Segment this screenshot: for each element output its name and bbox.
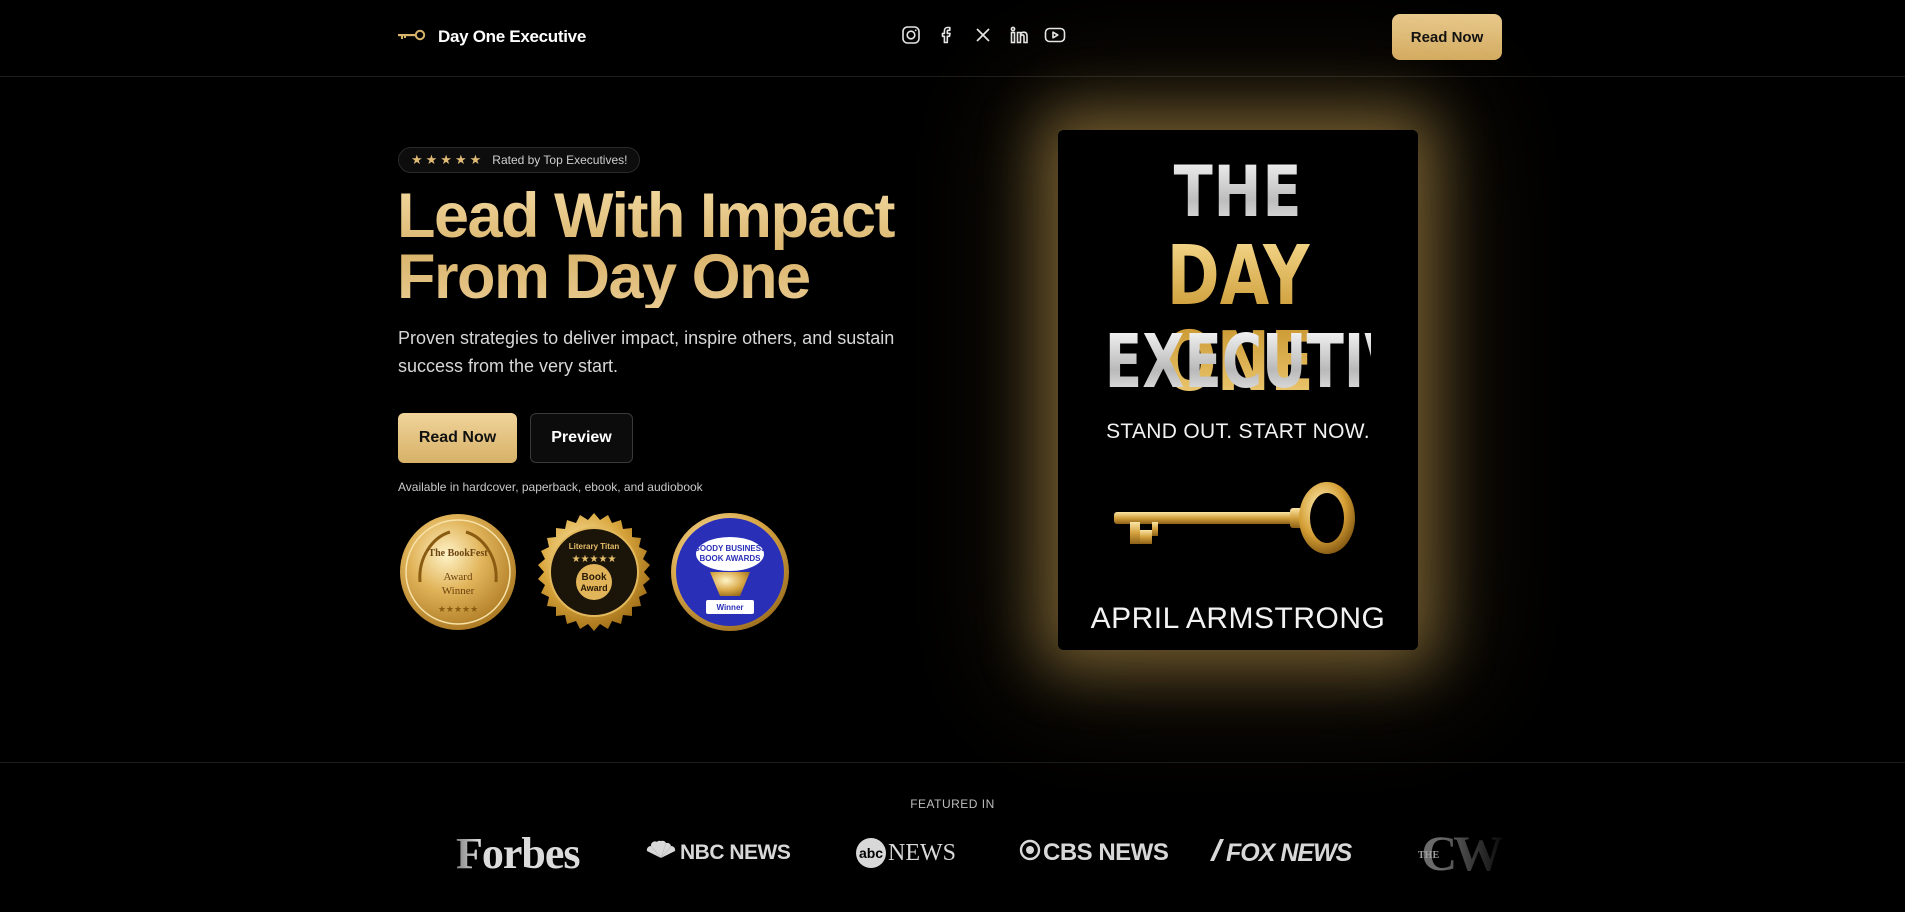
book-title-line-3: EXECUTIVE [1104, 319, 1418, 405]
bookfest-line-3: Winner [442, 585, 475, 597]
key-icon [398, 28, 426, 47]
fox-news-logo: FOX NEWS [1208, 829, 1352, 877]
abc-news-logo: abc NEWS [856, 829, 956, 877]
cbs-news-logo: CBS NEWS [1019, 829, 1169, 877]
svg-text:GOODY BUSINESS: GOODY BUSINESS [694, 544, 767, 553]
headline-line-1: Lead With Impact [397, 181, 894, 251]
nbc-news-logo: NBC NEWS [646, 829, 791, 877]
fox-beam-icon [1208, 837, 1226, 870]
logo-fade-left [420, 820, 480, 900]
nav-read-now-button[interactable]: Read Now [1392, 14, 1502, 60]
rating-badge: ★★★★★ Rated by Top Executives! [398, 147, 641, 173]
bookfest-award-badge: The BookFest Award Winner ★★★★★ [398, 512, 518, 632]
titan-line-2: Book [582, 572, 607, 583]
brand-name: Day One Executive [438, 27, 586, 46]
preview-button[interactable]: Preview [530, 413, 633, 463]
bookfest-line-1: The BookFest [428, 548, 488, 559]
x-icon[interactable] [972, 24, 994, 46]
instagram-icon[interactable] [900, 24, 922, 46]
youtube-icon[interactable] [1044, 24, 1066, 46]
abc-circle-icon: abc [856, 838, 886, 868]
titan-title: Literary Titan [569, 542, 620, 551]
facebook-icon[interactable] [936, 24, 958, 46]
svg-text:★★★★★: ★★★★★ [438, 604, 478, 614]
logo-fade-right [1440, 820, 1510, 900]
rating-text: Rated by Top Executives! [492, 153, 628, 167]
social-links [900, 24, 1066, 46]
literary-titan-award-badge: Literary Titan ★★★★★ Book Award [534, 512, 654, 632]
golden-key-icon [1110, 478, 1360, 568]
featured-in-section: FEATURED IN Forbes NBC NEWS abc NEWS CBS… [0, 762, 1905, 912]
press-logos: Forbes NBC NEWS abc NEWS CBS NEWS FOX NE… [456, 825, 1506, 881]
titan-line-3: Award [580, 583, 607, 593]
nbc-peacock-icon [646, 840, 676, 866]
hero-subtitle: Proven strategies to deliver impact, ins… [398, 328, 895, 376]
abc-news-text: NEWS [888, 839, 956, 866]
goody-business-award-badge: GOODY BUSINESS BOOK AWARDS Winner [670, 512, 790, 632]
cw-the-mark: THE [1418, 849, 1440, 861]
availability-text: Available in hardcover, paperback, ebook… [398, 480, 703, 494]
top-nav: Day One Executive Read Now [0, 0, 1905, 77]
linkedin-icon[interactable] [1008, 24, 1030, 46]
brand-link[interactable]: Day One Executive [398, 24, 586, 50]
svg-text:BOOK AWARDS: BOOK AWARDS [699, 554, 761, 563]
book-author: APRIL ARMSTRONG [1090, 602, 1386, 635]
featured-label: FEATURED IN [910, 797, 995, 811]
goody-winner-label: Winner [716, 603, 743, 612]
fox-news-text: FOX NEWS [1226, 838, 1352, 867]
headline-line-2: From Day One [397, 242, 810, 312]
rating-stars: ★★★★★ [411, 152, 485, 167]
book-title-line-1: THE [1090, 152, 1385, 232]
svg-text:★★★★★: ★★★★★ [572, 554, 617, 565]
nbc-news-text: NBC NEWS [680, 841, 791, 864]
cbs-eye-icon [1019, 839, 1041, 868]
read-now-button[interactable]: Read Now [398, 413, 517, 463]
hero-headline: Lead With Impact From Day One [397, 186, 957, 308]
book-cover[interactable]: THE DAY ONE EXECUTIVE STAND OUT. START N… [1058, 130, 1418, 650]
book-tagline: STAND OUT. START NOW. [1106, 420, 1370, 443]
bookfest-line-2: Award [444, 571, 473, 583]
award-badges: The BookFest Award Winner ★★★★★ Literary… [398, 512, 790, 632]
cbs-news-text: CBS NEWS [1043, 839, 1169, 866]
